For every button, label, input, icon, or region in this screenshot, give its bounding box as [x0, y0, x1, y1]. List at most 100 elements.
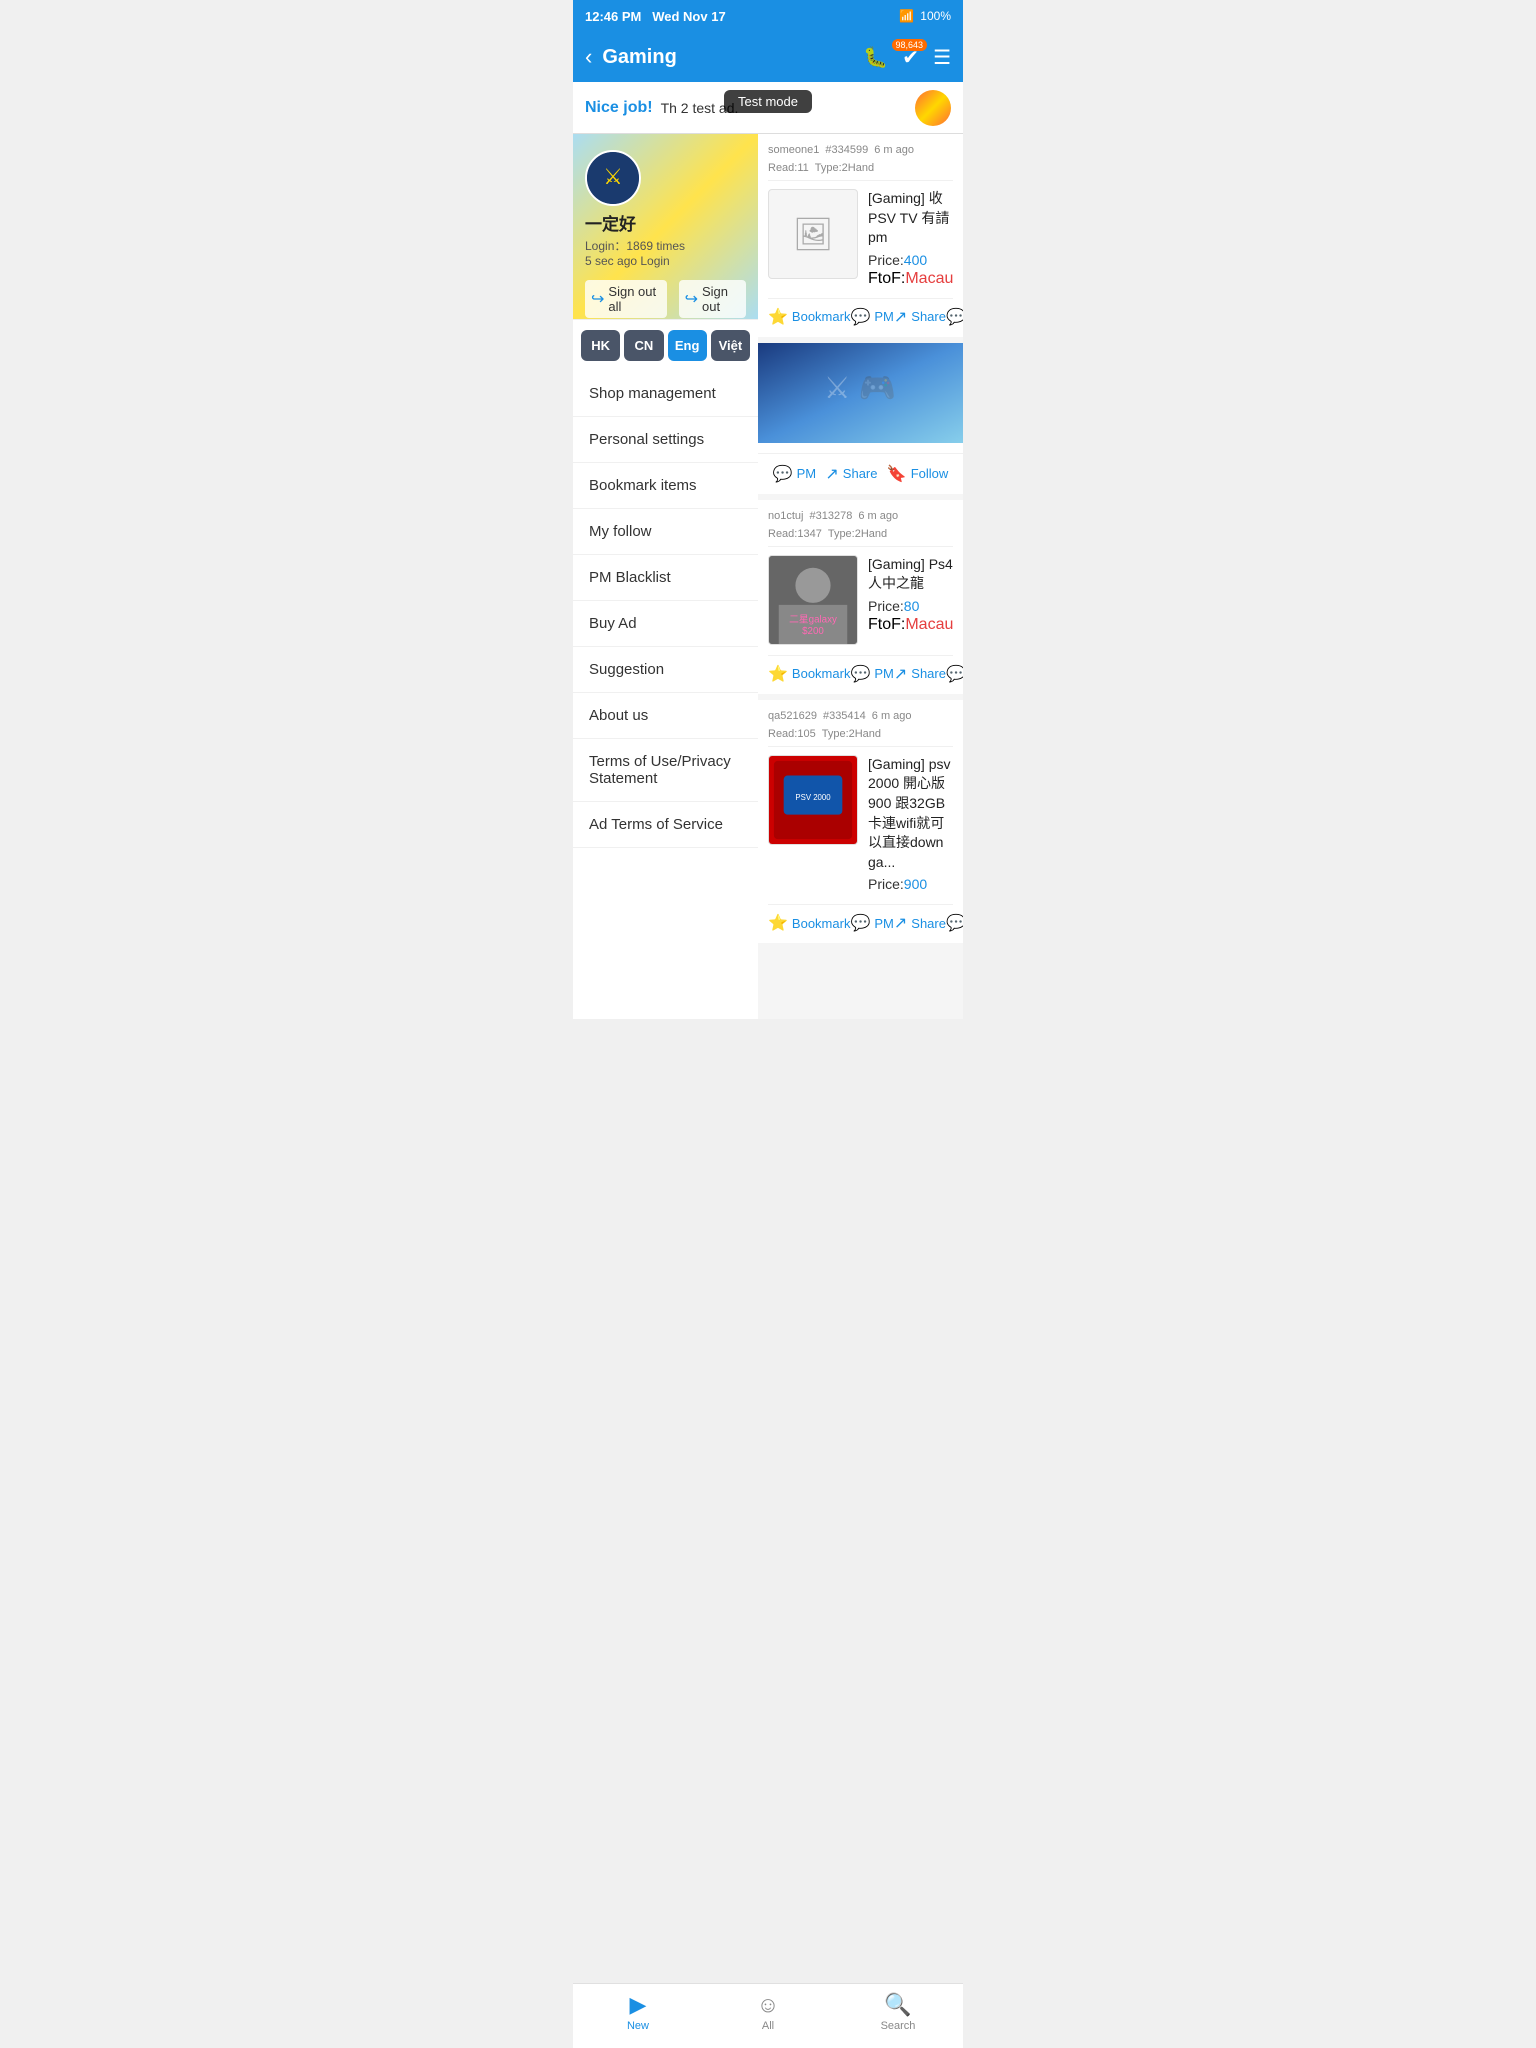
translate-icon: 💬: [946, 307, 963, 327]
pm-button[interactable]: 💬 PM: [850, 307, 893, 327]
menu-item-personal-settings[interactable]: Personal settings: [573, 417, 758, 463]
listing-info-2: [Gaming] Ps4人中之龍 Price:80 FtoF:Macau: [868, 555, 953, 645]
share-label: Share: [911, 309, 946, 324]
listing-thumbnail-3: PSV 2000: [768, 755, 858, 845]
bookmark-button-2[interactable]: ⭐ Bookmark: [768, 664, 850, 684]
new-label: New: [627, 2020, 649, 2032]
translate-button-2[interactable]: 💬 English: [946, 664, 963, 684]
profile-section: ⚔ 一定好 Login：1869 times 5 sec ago Login ↪…: [573, 134, 758, 319]
listing-actions: ⭐ Bookmark 💬 PM ↗ Share 💬 English: [768, 298, 953, 327]
svg-text:PSV 2000: PSV 2000: [795, 793, 831, 802]
score-badge: 98,643: [892, 39, 928, 51]
all-label: All: [762, 2020, 774, 2032]
pm-button-3[interactable]: 💬 PM: [850, 913, 893, 933]
listing-time-2: 6 m ago: [858, 510, 898, 522]
listing-meta-2: no1ctuj #313278 6 m ago Read:1347 Type:2…: [768, 510, 953, 547]
new-icon: ▶: [630, 1992, 647, 2018]
sign-out-all-label: Sign out all: [608, 284, 660, 314]
listing-post-id-2: #313278: [809, 510, 852, 522]
sign-out-all-button[interactable]: ↪ Sign out all: [585, 280, 667, 318]
listing-price-3: Price:900: [868, 876, 953, 892]
pm-icon-2: 💬: [850, 664, 870, 684]
listing-type: Type:2Hand: [815, 162, 874, 174]
share-icon-2: ↗: [894, 664, 907, 684]
ad-banner: Nice job! Th 2 test ad. Test mode: [573, 82, 963, 134]
translate-icon-2: 💬: [946, 664, 963, 684]
bookmark-button[interactable]: ⭐ Bookmark: [768, 307, 850, 327]
listing-card: someone1 #334599 6 m ago Read:11 Type:2H…: [758, 134, 963, 337]
battery-indicator: 100%: [920, 9, 951, 23]
main-container: ⚔ 一定好 Login：1869 times 5 sec ago Login ↪…: [573, 134, 963, 1019]
profile-username: 一定好: [585, 210, 746, 235]
message-icon[interactable]: ☰: [933, 45, 951, 70]
vippush-share-icon: ↗: [825, 464, 838, 484]
listing-meta-3: qa521629 #335414 6 m ago Read:105 Type:2…: [768, 710, 953, 747]
pm-icon: 💬: [850, 307, 870, 327]
menu-item-shop-management[interactable]: Shop management: [573, 371, 758, 417]
vippush-follow-button[interactable]: 🔖 Follow: [887, 464, 949, 484]
vippush-share-button[interactable]: ↗ Share: [825, 464, 877, 484]
back-button[interactable]: ‹: [585, 44, 592, 70]
listing-ftof-2: FtoF:Macau: [868, 616, 953, 634]
all-icon: ☺: [757, 1992, 779, 2018]
share-icon-3: ↗: [894, 913, 907, 933]
pm-label-2: PM: [874, 666, 894, 681]
vippush-follow-icon: 🔖: [887, 464, 907, 484]
sign-out-button[interactable]: ↪ Sign out: [679, 280, 746, 318]
menu-item-about-us[interactable]: About us: [573, 693, 758, 739]
listing-price-2: Price:80: [868, 598, 953, 614]
listing-card-3: qa521629 #335414 6 m ago Read:105 Type:2…: [758, 700, 963, 944]
wifi-icon: 📶: [899, 9, 914, 23]
translate-button[interactable]: 💬 English: [946, 307, 963, 327]
menu-item-buy-ad[interactable]: Buy Ad: [573, 601, 758, 647]
bug-icon[interactable]: 🐛: [863, 45, 888, 70]
share-label-3: Share: [911, 916, 946, 931]
menu-item-bookmark-items[interactable]: Bookmark items: [573, 463, 758, 509]
status-bar: 12:46 PM Wed Nov 17 📶 100%: [573, 0, 963, 32]
bookmark-icon-2: ⭐: [768, 664, 788, 684]
listing-reads-2: Read:1347: [768, 528, 822, 540]
bookmark-label: Bookmark: [792, 309, 851, 324]
listing-time: 6 m ago: [874, 144, 914, 156]
lang-cn-button[interactable]: CN: [624, 330, 663, 361]
listing-reads: Read:11: [768, 162, 809, 174]
score-icon[interactable]: ✔ 98,643: [902, 45, 919, 70]
tab-all[interactable]: ☺ All: [703, 1992, 833, 2032]
pm-button-2[interactable]: 💬 PM: [850, 664, 893, 684]
menu-item-suggestion[interactable]: Suggestion: [573, 647, 758, 693]
profile-login-count: Login：1869 times: [585, 237, 746, 254]
sidebar: ⚔ 一定好 Login：1869 times 5 sec ago Login ↪…: [573, 134, 758, 1019]
listing-ftof: FtoF:Macau: [868, 270, 953, 288]
status-time: 12:46 PM: [585, 9, 641, 24]
share-button-3[interactable]: ↗ Share: [894, 913, 946, 933]
bookmark-button-3[interactable]: ⭐ Bookmark: [768, 913, 850, 933]
lang-viet-button[interactable]: Việt: [711, 330, 750, 361]
bottom-nav: ▶ New ☺ All 🔍 Search: [573, 1983, 963, 2048]
lang-eng-button[interactable]: Eng: [668, 330, 707, 361]
sign-out-label: Sign out: [702, 284, 740, 314]
listing-user: someone1: [768, 144, 819, 156]
pm-label: PM: [874, 309, 894, 324]
listing-meta: someone1 #334599 6 m ago Read:11 Type:2H…: [768, 144, 953, 181]
share-button-2[interactable]: ↗ Share: [894, 664, 946, 684]
svg-text:⚔ 🎮: ⚔ 🎮: [824, 372, 897, 405]
menu-item-my-follow[interactable]: My follow: [573, 509, 758, 555]
listing-title-2: [Gaming] Ps4人中之龍: [868, 555, 953, 594]
tab-new[interactable]: ▶ New: [573, 1992, 703, 2032]
menu-item-pm-blacklist[interactable]: PM Blacklist: [573, 555, 758, 601]
pm-icon-3: 💬: [850, 913, 870, 933]
menu-item-ad-terms[interactable]: Ad Terms of Service: [573, 802, 758, 848]
listing-body-2: 二星galaxy $200 [Gaming] Ps4人中之龍 Price:80 …: [768, 555, 953, 645]
translate-button-3[interactable]: 💬 English: [946, 913, 963, 933]
vippush-pm-label: PM: [797, 466, 817, 481]
ad-logo: [915, 90, 951, 126]
share-button[interactable]: ↗ Share: [894, 307, 946, 327]
lang-hk-button[interactable]: HK: [581, 330, 620, 361]
vippush-pm-button[interactable]: 💬 PM: [773, 464, 816, 484]
vippush-pm-icon: 💬: [773, 464, 793, 484]
menu-item-terms[interactable]: Terms of Use/Privacy Statement: [573, 739, 758, 802]
tab-search[interactable]: 🔍 Search: [833, 1992, 963, 2032]
listing-thumbnail: 🖼: [768, 189, 858, 279]
listing-post-id-3: #335414: [823, 710, 866, 722]
listing-actions-3: ⭐ Bookmark 💬 PM ↗ Share 💬 English: [768, 904, 953, 933]
